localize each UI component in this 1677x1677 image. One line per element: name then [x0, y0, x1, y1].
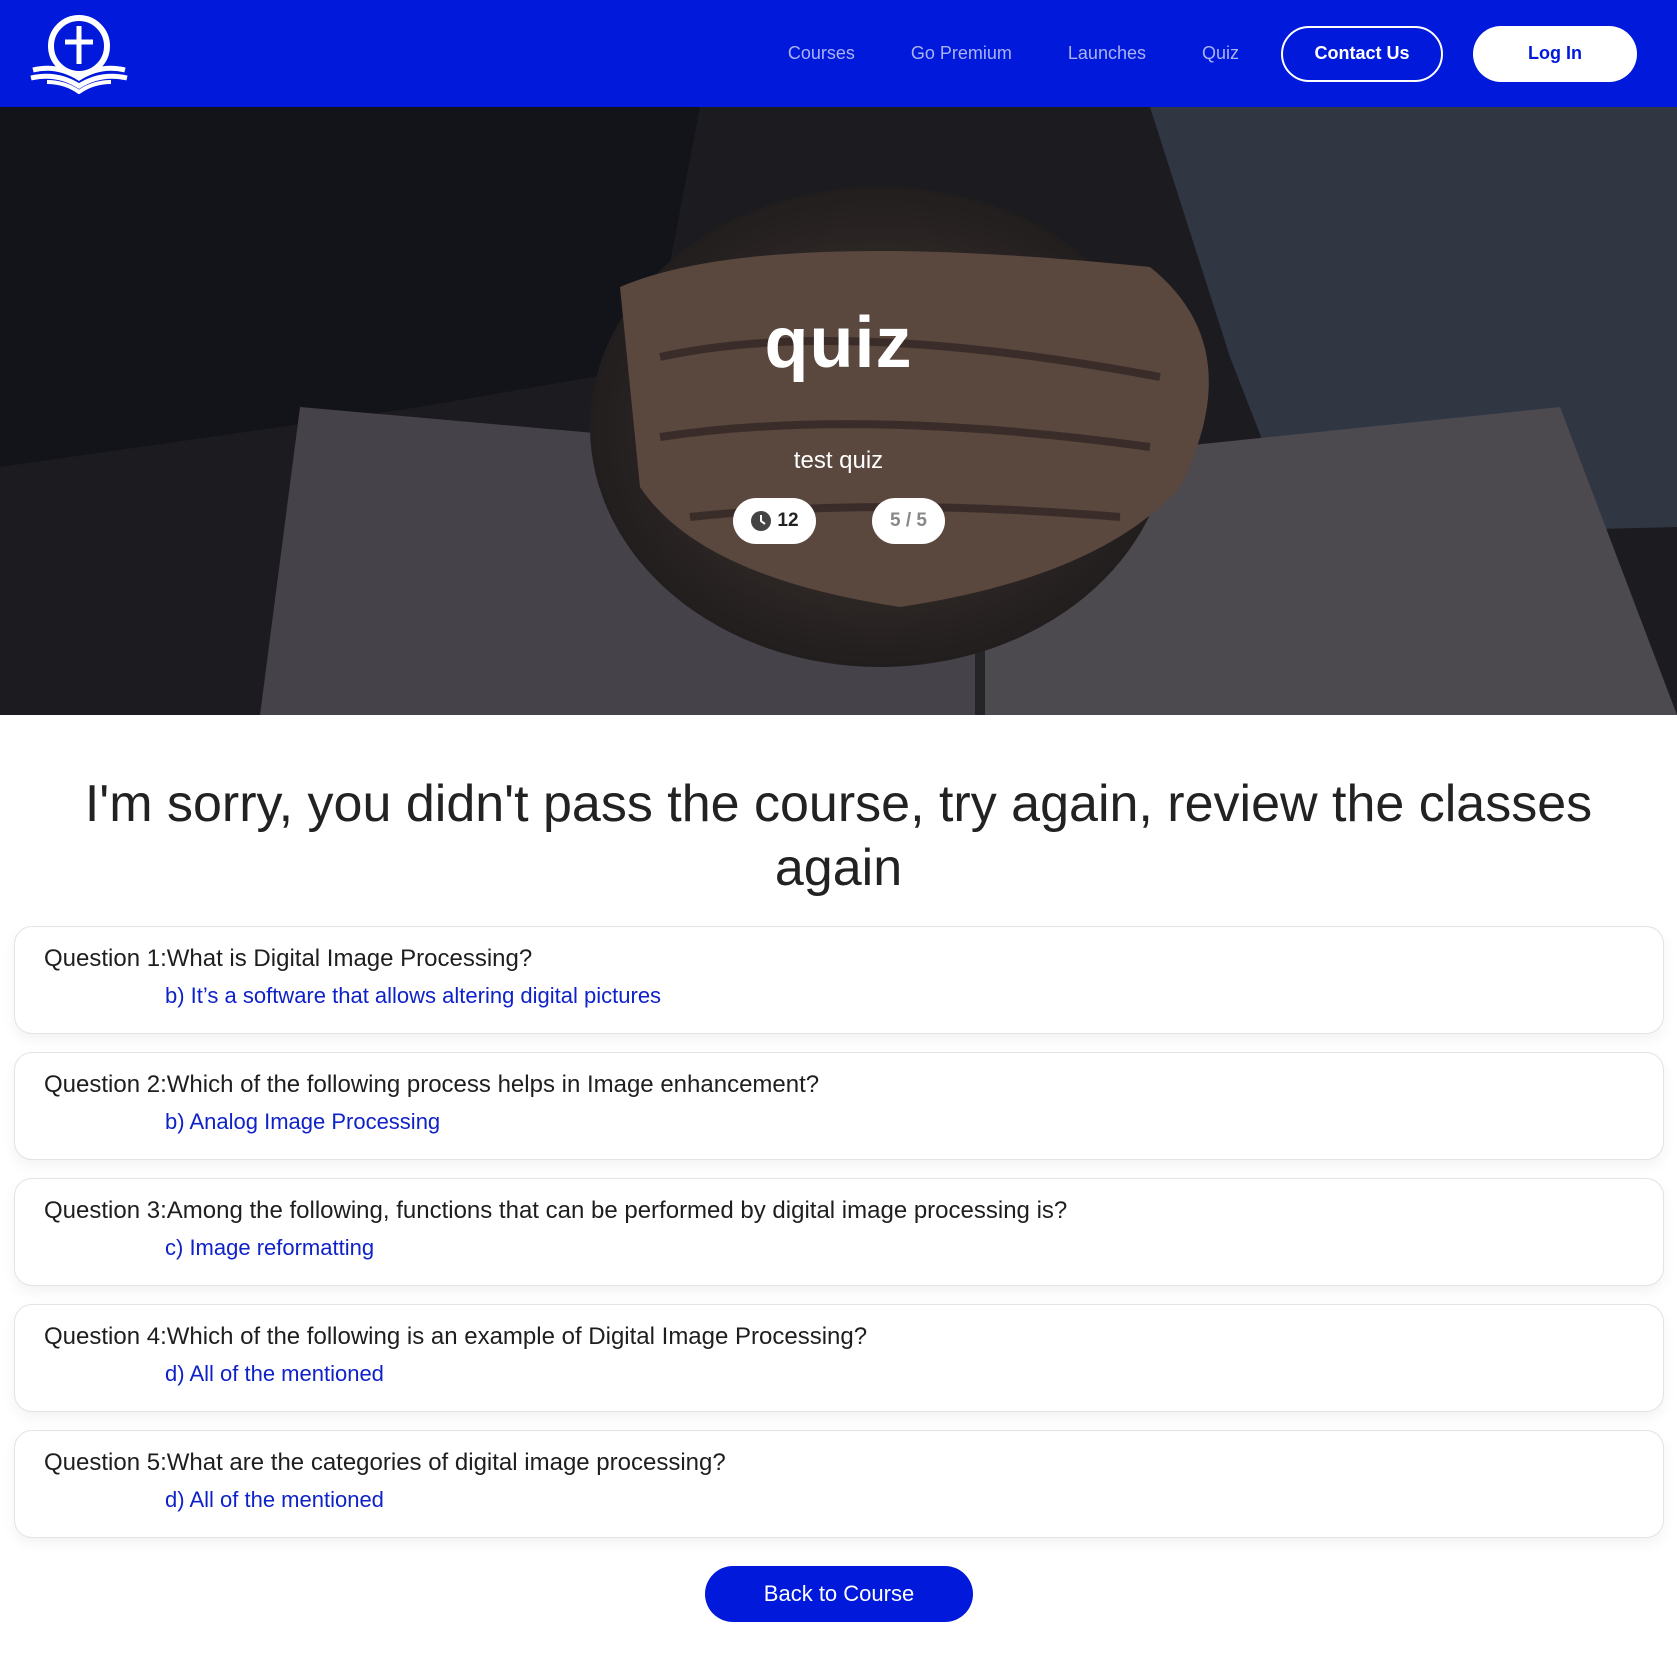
log-in-button[interactable]: Log In: [1473, 25, 1637, 82]
question-card: Question 3:Among the following, function…: [14, 1178, 1664, 1286]
main-nav: Courses Go Premium Launches Quiz Contact…: [788, 0, 1637, 107]
question-text: Question 1:What is Digital Image Process…: [44, 945, 533, 972]
nav-link-launches[interactable]: Launches: [1068, 43, 1146, 64]
top-navbar: Courses Go Premium Launches Quiz Contact…: [0, 0, 1677, 107]
nav-link-quiz[interactable]: Quiz: [1202, 43, 1239, 64]
result-message: I'm sorry, you didn't pass the course, t…: [84, 775, 1593, 897]
question-card: Question 5:What are the categories of di…: [14, 1430, 1664, 1538]
contact-us-button[interactable]: Contact Us: [1281, 25, 1443, 82]
answer-text: b) It’s a software that allows altering …: [165, 983, 662, 1008]
nav-link-go-premium[interactable]: Go Premium: [911, 43, 1012, 64]
hero-banner: quiz test quiz 12 5 / 5: [0, 107, 1677, 715]
question-card: Question 1:What is Digital Image Process…: [14, 926, 1664, 1034]
nav-link-courses[interactable]: Courses: [788, 43, 855, 64]
hero-overlay: [0, 107, 1677, 715]
page-title: quiz: [764, 303, 913, 383]
quiz-subtitle: test quiz: [793, 447, 884, 474]
score-badge: 5 / 5: [872, 498, 945, 544]
answer-text: c) Image reformatting: [165, 1235, 375, 1260]
answer-text: b) Analog Image Processing: [165, 1109, 441, 1134]
question-text: Question 5:What are the categories of di…: [44, 1449, 726, 1476]
question-card: Question 2:Which of the following proces…: [14, 1052, 1664, 1160]
timer-badge: 12: [733, 498, 816, 544]
question-text: Question 3:Among the following, function…: [44, 1197, 1068, 1224]
question-text: Question 2:Which of the following proces…: [44, 1071, 820, 1098]
answer-text: d) All of the mentioned: [165, 1361, 384, 1386]
answer-text: d) All of the mentioned: [165, 1487, 384, 1512]
back-to-course-button[interactable]: Back to Course: [705, 1566, 973, 1622]
question-text: Question 4:Which of the following is an …: [44, 1323, 868, 1350]
score-value: 5 / 5: [890, 510, 927, 531]
question-card: Question 4:Which of the following is an …: [14, 1304, 1664, 1412]
timer-value: 12: [777, 510, 799, 531]
bible-cross-logo-icon[interactable]: [27, 12, 131, 94]
clock-icon: [751, 511, 772, 531]
